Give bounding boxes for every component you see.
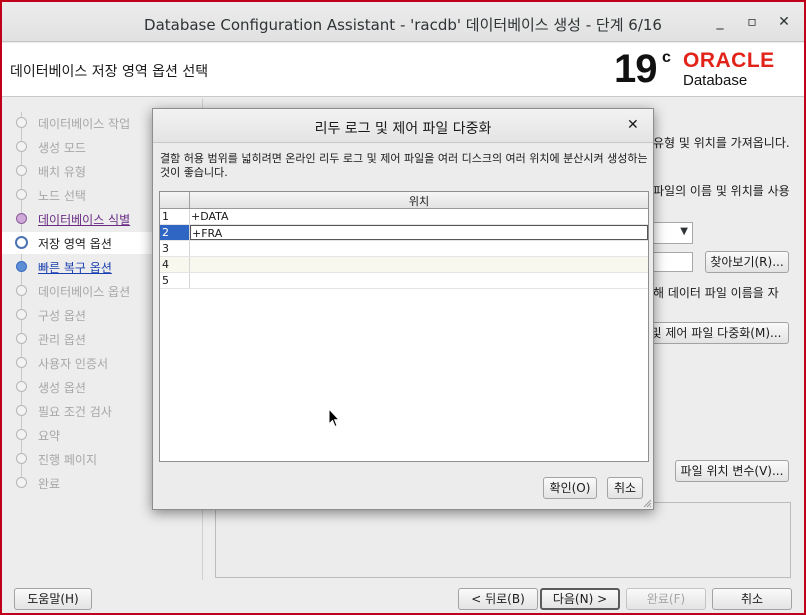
multiplex-dialog: 리두 로그 및 제어 파일 다중화 ✕ 결함 허용 범위를 넓히려면 온라인 리… [152, 108, 654, 510]
page-title: 데이터베이스 저장 영역 옵션 선택 [10, 64, 209, 80]
location-cell[interactable] [190, 241, 648, 256]
dialog-titlebar[interactable]: 리두 로그 및 제어 파일 다중화 ✕ [153, 109, 653, 143]
back-button[interactable]: < 뒤로(B) [458, 588, 538, 610]
step-circle-icon [16, 453, 27, 464]
step-circle-icon [16, 165, 27, 176]
step-circle-icon [16, 357, 27, 368]
row-number: 2 [160, 225, 190, 240]
dialog-cancel-button[interactable]: 취소 [607, 477, 643, 499]
step-current-circle-icon [15, 236, 28, 249]
multiplex-redo-control-button[interactable]: 및 제어 파일 다중화(M)... [643, 322, 789, 344]
row-number: 1 [160, 209, 190, 224]
maximize-button[interactable]: ▫ [742, 12, 762, 32]
row-number: 3 [160, 241, 190, 256]
table-row-selected[interactable]: 2 +FRA [160, 225, 648, 241]
step-label: 저장 영역 옵션 [38, 237, 112, 251]
finish-button[interactable]: 완료(F) [626, 588, 706, 610]
oracle-19c-logo: 19 [614, 47, 657, 91]
step-circle-icon [16, 261, 27, 272]
minimize-button[interactable]: _ [710, 12, 730, 32]
page-header: 데이터베이스 저장 영역 옵션 선택 19 c ORACLE Database [2, 43, 804, 97]
help-button[interactable]: 도움말(H) [14, 588, 92, 610]
dialog-title: 리두 로그 및 제어 파일 다중화 [314, 121, 492, 137]
location-cell-editing[interactable]: +FRA [190, 225, 648, 240]
row-number: 4 [160, 257, 190, 272]
step-label: 노드 선택 [38, 189, 86, 203]
column-header-location: 위치 [408, 195, 430, 208]
step-circle-icon [16, 285, 27, 296]
step-label[interactable]: 빠른 복구 옵션 [38, 259, 112, 276]
step-label: 관리 옵션 [38, 333, 86, 347]
mouse-pointer-icon [328, 408, 340, 428]
browse-button[interactable]: 찾아보기(R)... [705, 251, 789, 273]
step-label: 배치 유형 [38, 165, 86, 179]
table-row[interactable]: 4 [160, 257, 648, 273]
step-label[interactable]: 데이터베이스 식별 [38, 211, 130, 228]
storage-type-text: 유형 및 위치를 가져옵니다. [653, 136, 790, 150]
step-label: 데이터베이스 작업 [38, 117, 131, 131]
step-circle-icon [16, 141, 27, 152]
resize-grip-icon[interactable] [643, 499, 652, 508]
footer-bar: 도움말(H) < 뒤로(B) 다음(N) > 완료(F) 취소 [2, 580, 804, 613]
window-titlebar[interactable]: Database Configuration Assistant - 'racd… [2, 2, 804, 42]
location-cell[interactable] [190, 273, 648, 288]
dropdown-arrow-icon: ▼ [680, 226, 688, 237]
table-row[interactable]: 5 [160, 273, 648, 289]
table-row[interactable]: 3 [160, 241, 648, 257]
step-label: 요약 [38, 429, 61, 443]
next-button[interactable]: 다음(N) > [540, 588, 620, 610]
step-label: 데이터베이스 옵션 [38, 285, 131, 299]
table-row[interactable]: 1 +DATA [160, 209, 648, 225]
location-cell[interactable] [190, 257, 648, 272]
step-label: 구성 옵션 [38, 309, 86, 323]
dialog-ok-button[interactable]: 확인(O) [543, 477, 597, 499]
oracle-19c-logo-c: c [662, 49, 671, 66]
step-circle-icon [16, 333, 27, 344]
cancel-button[interactable]: 취소 [712, 588, 792, 610]
location-cell[interactable]: +DATA [190, 209, 648, 224]
step-label: 생성 옵션 [38, 381, 86, 395]
step-circle-icon [16, 381, 27, 392]
step-circle-icon [16, 405, 27, 416]
info-panel [215, 502, 791, 578]
step-label: 필요 조건 검사 [38, 405, 112, 419]
step-circle-icon [16, 309, 27, 320]
dialog-close-icon[interactable]: ✕ [627, 117, 639, 133]
table-header: 위치 [160, 192, 648, 209]
step-circle-icon [16, 429, 27, 440]
step-label: 완료 [38, 477, 61, 491]
omf-text: 해 데이터 파일 이름을 자 [653, 286, 779, 300]
step-label: 사용자 인증서 [38, 357, 109, 371]
window-title: Database Configuration Assistant - 'racd… [144, 16, 662, 34]
locations-table[interactable]: 위치 1 +DATA 2 +FRA 3 4 5 [159, 191, 649, 462]
row-number: 5 [160, 273, 190, 288]
step-circle-icon [16, 477, 27, 488]
step-circle-icon [16, 117, 27, 128]
file-location-variables-button[interactable]: 파일 위치 변수(V)... [675, 460, 789, 482]
oracle-database-logo-text: Database [683, 72, 748, 89]
step-circle-icon [16, 189, 27, 200]
oracle-logo: ORACLE [683, 49, 775, 72]
table-corner [160, 192, 190, 208]
file-name-location-text: 파일의 이름 및 위치를 사용 [653, 184, 790, 198]
close-window-button[interactable]: ✕ [774, 12, 794, 32]
step-label: 진행 페이지 [38, 453, 98, 467]
step-label: 생성 모드 [38, 141, 86, 155]
dialog-description: 결함 허용 범위를 넓히려면 온라인 리두 로그 및 제어 파일을 여러 디스크… [160, 152, 648, 179]
step-circle-icon [16, 213, 27, 224]
